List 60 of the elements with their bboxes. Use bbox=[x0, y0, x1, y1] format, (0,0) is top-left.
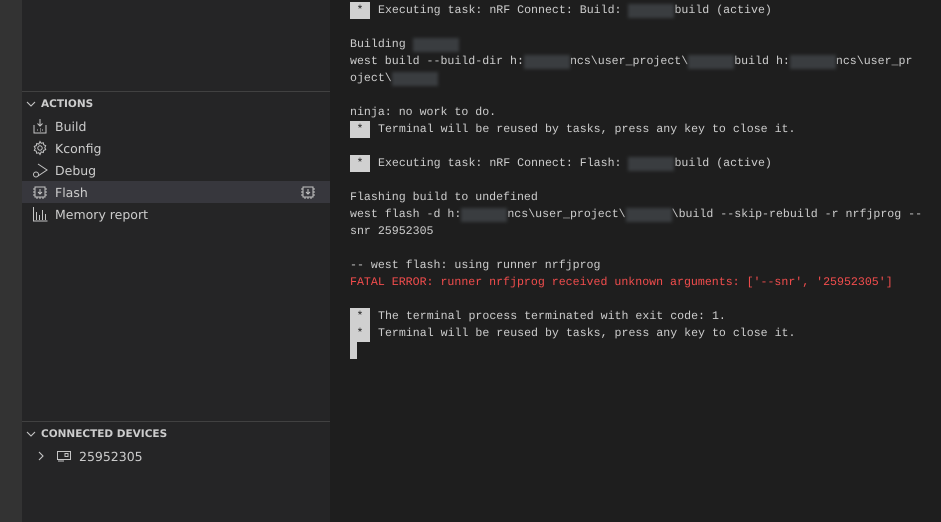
device-icon bbox=[56, 448, 72, 464]
chevron-icon[interactable] bbox=[36, 451, 46, 461]
item-label: 25952305 bbox=[79, 448, 143, 464]
terminal-text: build h: bbox=[734, 54, 790, 70]
blurred-redaction bbox=[392, 72, 438, 86]
blurred-redaction bbox=[790, 54, 836, 68]
blurred-redaction bbox=[524, 54, 570, 68]
terminal-text: ncs\user_project\ bbox=[570, 54, 688, 70]
terminal-text: Executing task: nRF Connect: Build: bbox=[378, 3, 623, 19]
item-label: Memory report bbox=[55, 206, 148, 222]
terminal-text: snr 25952305 bbox=[350, 224, 434, 240]
task-marker: * bbox=[350, 2, 370, 19]
bar-chart-icon bbox=[32, 206, 48, 222]
terminal-text: Flashing build to undefined bbox=[350, 190, 538, 206]
blurred-redaction bbox=[628, 4, 674, 18]
gear-icon bbox=[32, 140, 48, 156]
task-marker: * bbox=[350, 308, 370, 325]
terminal-text: FATAL ERROR: runner nrfjprog received unknown arguments: ['--snr', '25952305'] bbox=[350, 275, 893, 291]
build-icon bbox=[32, 118, 48, 134]
chip-icon[interactable] bbox=[300, 184, 316, 200]
blurred-redaction bbox=[688, 54, 734, 68]
task-marker: * bbox=[350, 121, 370, 138]
task-marker: * bbox=[350, 155, 370, 172]
section-title[interactable]: ACTIONS bbox=[41, 98, 94, 110]
blurred-redaction bbox=[412, 38, 459, 52]
item-label: Debug bbox=[55, 162, 96, 178]
sidebar-item[interactable]: Flash bbox=[22, 181, 330, 203]
sidebar-item[interactable]: Debug bbox=[22, 159, 330, 181]
terminal-text: west flash -d h: bbox=[350, 207, 462, 223]
sidebar-item[interactable]: Memory report bbox=[22, 203, 330, 225]
sidebar-item[interactable]: 25952305 bbox=[22, 445, 330, 467]
terminal-text: oject\ bbox=[350, 71, 392, 87]
item-label: Flash bbox=[55, 184, 88, 200]
task-marker: * bbox=[350, 325, 370, 342]
terminal-text: build (active) bbox=[674, 3, 772, 19]
blurred-redaction bbox=[626, 208, 672, 222]
terminal-text: Executing task: nRF Connect: Flash: bbox=[378, 156, 623, 172]
sidebar-item[interactable]: Build bbox=[22, 115, 330, 137]
terminal-text: Building bbox=[350, 37, 407, 53]
chevron-icon[interactable] bbox=[26, 429, 36, 439]
terminal-cursor bbox=[350, 342, 357, 359]
item-label: Kconfig bbox=[55, 140, 102, 156]
terminal-text: -- west flash: using runner nrfjprog bbox=[350, 258, 600, 274]
terminal-text: Terminal will be reused by tasks, press any key to close it. bbox=[378, 122, 796, 138]
chevron-icon[interactable] bbox=[26, 99, 36, 109]
sidebar-item[interactable]: Kconfig bbox=[22, 137, 330, 159]
terminal-text: Terminal will be reused by tasks, press any key to close it. bbox=[378, 326, 796, 342]
blurred-redaction bbox=[628, 156, 674, 170]
item-label: Build bbox=[55, 118, 86, 134]
terminal-text: west build --build-dir h: bbox=[350, 54, 524, 70]
chip-icon bbox=[32, 184, 48, 200]
terminal-text: ncs\user_pr bbox=[836, 54, 912, 70]
blurred-redaction bbox=[461, 208, 508, 222]
terminal-text: build (active) bbox=[674, 156, 772, 172]
terminal-text: \build --skip-rebuild -r nrfjprog -- bbox=[672, 207, 922, 223]
terminal-text: ncs\user_project\ bbox=[507, 207, 626, 223]
section-title[interactable]: CONNECTED DEVICES bbox=[41, 428, 168, 440]
terminal-text: ninja: no work to do. bbox=[350, 105, 496, 121]
debug-icon bbox=[32, 162, 48, 178]
terminal-text: The terminal process terminated with exit code: 1. bbox=[378, 309, 726, 325]
